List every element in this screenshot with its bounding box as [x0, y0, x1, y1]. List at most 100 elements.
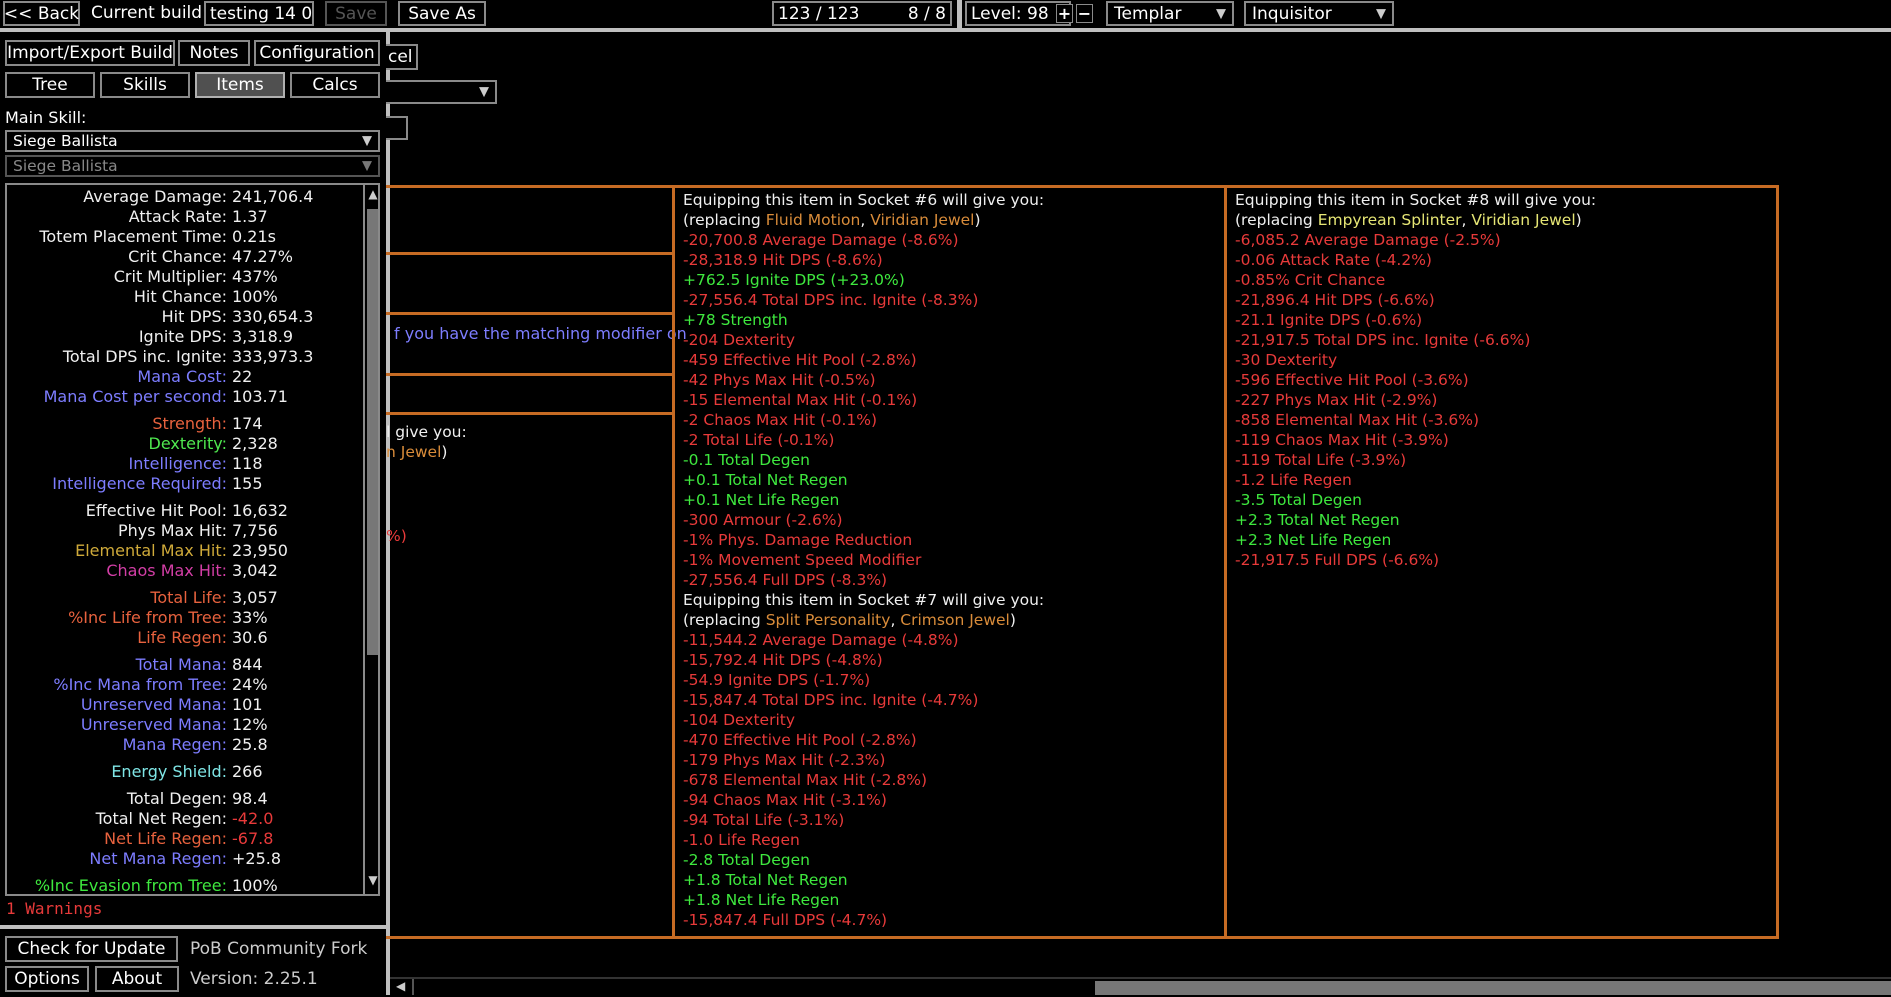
stat-change-line: -28,318.9 Hit DPS (-8.6%) — [683, 251, 883, 269]
stats-scroll-thumb[interactable] — [367, 209, 378, 655]
stat-label: Chaos Max Hit: — [106, 561, 227, 580]
stat-row: Ignite DPS: 3,318.9 — [7, 327, 362, 347]
socket8-replacing-sep: , — [1461, 211, 1472, 229]
stat-value: -42.0 — [232, 809, 274, 828]
stat-label: Intelligence: — [128, 454, 227, 473]
stat-value: 16,632 — [232, 501, 288, 520]
stat-change-line: -596 Effective Hit Pool (-3.6%) — [1235, 371, 1469, 389]
stat-label: Total Net Regen: — [95, 809, 227, 828]
socket-8-panel: Equipping this item in Socket #8 will gi… — [1224, 185, 1779, 939]
stat-value: 174 — [232, 414, 263, 433]
level-minus-icon[interactable]: − — [1076, 4, 1093, 23]
stat-value: 30.6 — [232, 628, 268, 647]
scroll-up-icon[interactable]: ▲ — [365, 187, 378, 207]
socket8-replacing-prefix: (replacing — [1235, 211, 1318, 229]
partial-jewel-name: n Jewel — [386, 443, 442, 461]
stat-change-line: -0.85% Crit Chance — [1235, 271, 1386, 289]
stat-label: Net Life Regen: — [104, 829, 227, 848]
stats-scrollbar[interactable]: ▲ ▼ — [363, 185, 378, 894]
stat-change-line: -27,556.4 Total DPS inc. Ignite (-8.3%) — [683, 291, 979, 309]
horizontal-scroll-thumb[interactable] — [1095, 981, 1891, 995]
stat-change-line: -21,917.5 Total DPS inc. Ignite (-6.6%) — [1235, 331, 1531, 349]
scroll-down-icon[interactable]: ▼ — [365, 873, 378, 893]
ascendancy-points: 8 / 8 — [907, 3, 946, 24]
stat-row: Total Life: 3,057 — [7, 588, 362, 608]
stat-row: Crit Multiplier: 437% — [7, 267, 362, 287]
import-export-button[interactable]: Import/Export Build — [5, 40, 175, 66]
stat-row: Total DPS inc. Ignite: 333,973.3 — [7, 347, 362, 367]
stat-value: +25.8 — [232, 849, 282, 868]
partial-jewel: n Jewel) — [386, 443, 447, 463]
configuration-button[interactable]: Configuration — [254, 40, 380, 66]
version-label: Version: 2.25.1 — [190, 969, 318, 989]
partial-field[interactable] — [386, 116, 408, 140]
stat-row: Dexterity: 2,328 — [7, 434, 362, 454]
options-button[interactable]: Options — [5, 966, 89, 992]
save-button[interactable]: Save — [325, 1, 387, 26]
stat-label: Life Regen: — [137, 628, 227, 647]
sub-skill-select[interactable]: Siege Ballista ▼ — [5, 155, 380, 177]
stat-change-line: -21,896.4 Hit DPS (-6.6%) — [1235, 291, 1435, 309]
stat-change-line: -15,847.4 Full DPS (-4.7%) — [683, 911, 888, 929]
tab-tree[interactable]: Tree — [5, 72, 95, 98]
stat-label: Attack Rate: — [128, 207, 227, 226]
about-button[interactable]: About — [95, 966, 179, 992]
sub-skill-value: Siege Ballista — [13, 157, 118, 175]
stat-change-line: -20,700.8 Average Damage (-8.6%) — [683, 231, 959, 249]
stat-row: Mana Cost: 22 — [7, 367, 362, 387]
horizontal-scrollbar[interactable]: ◀ — [390, 977, 1891, 997]
stat-value: 437% — [232, 267, 278, 286]
stat-label: Crit Chance: — [128, 247, 227, 266]
socket6-header: Equipping this item in Socket #6 will gi… — [683, 191, 1045, 209]
stat-row: Elemental Max Hit: 23,950 — [7, 541, 362, 561]
stat-row: Net Life Regen: -67.8 — [7, 829, 362, 849]
stat-row: Total Degen: 98.4 — [7, 789, 362, 809]
stat-value: 0.21s — [232, 227, 276, 246]
dropdown-arrow-icon: ▼ — [1216, 6, 1226, 21]
stat-change-line: -1% Movement Speed Modifier — [683, 551, 922, 569]
socket8-replacing-suffix: ) — [1575, 211, 1582, 229]
stat-value: 7,756 — [232, 521, 278, 540]
stat-value: 3,057 — [232, 588, 278, 607]
passive-points: 123 / 123 — [778, 3, 860, 24]
stat-row: Effective Hit Pool: 16,632 — [7, 501, 362, 521]
stat-label: Total Degen: — [126, 789, 227, 808]
partial-percent: %) — [386, 527, 407, 545]
stat-label: Net Mana Regen: — [89, 849, 227, 868]
main-skill-select[interactable]: Siege Ballista ▼ — [5, 130, 380, 152]
socket7-replacing-base: Crimson Jewel — [900, 611, 1010, 629]
stat-row: Total Net Regen: -42.0 — [7, 809, 362, 829]
tab-items[interactable]: Items — [195, 72, 285, 98]
stat-value: 333,973.3 — [232, 347, 314, 366]
partial-dropdown[interactable]: ▼ — [386, 80, 497, 104]
stat-value: 266 — [232, 762, 263, 781]
stat-label: Total DPS inc. Ignite: — [62, 347, 227, 366]
level-plus-icon[interactable]: + — [1056, 4, 1073, 23]
partial-give-you: l give you: — [386, 423, 467, 441]
warnings-label[interactable]: 1 Warnings — [6, 899, 102, 918]
stat-row: Phys Max Hit: 7,756 — [7, 521, 362, 541]
stat-row: %Inc Evasion from Tree: 100% — [7, 876, 362, 894]
stat-change-line: -459 Effective Hit Pool (-2.8%) — [683, 351, 917, 369]
cancel-button[interactable]: cel — [386, 44, 418, 70]
socket8-replacing-item: Empyrean Splinter — [1317, 211, 1462, 229]
ascendancy-select[interactable]: Inquisitor ▼ — [1244, 1, 1394, 26]
save-as-button[interactable]: Save As — [398, 1, 486, 26]
stat-change-line: -119 Total Life (-3.9%) — [1235, 451, 1407, 469]
class-select[interactable]: Templar ▼ — [1106, 1, 1234, 26]
stat-change-line: -2 Total Life (-0.1%) — [683, 431, 835, 449]
build-name-field[interactable]: testing 14 01 — [204, 1, 314, 26]
stat-value: 12% — [232, 715, 268, 734]
tab-skills[interactable]: Skills — [100, 72, 190, 98]
stat-value: 2,328 — [232, 434, 278, 453]
check-update-button[interactable]: Check for Update — [5, 936, 178, 962]
scroll-left-icon[interactable]: ◀ — [396, 979, 405, 993]
stat-change-line: -30 Dexterity — [1235, 351, 1338, 369]
notes-button[interactable]: Notes — [178, 40, 250, 66]
tab-calcs[interactable]: Calcs — [290, 72, 380, 98]
stat-value: 47.27% — [232, 247, 294, 266]
stat-label: Hit DPS: — [161, 307, 227, 326]
stat-change-line: -858 Elemental Max Hit (-3.6%) — [1235, 411, 1480, 429]
back-button[interactable]: << Back — [3, 1, 80, 26]
socket6-replacing-sep: , — [860, 211, 871, 229]
